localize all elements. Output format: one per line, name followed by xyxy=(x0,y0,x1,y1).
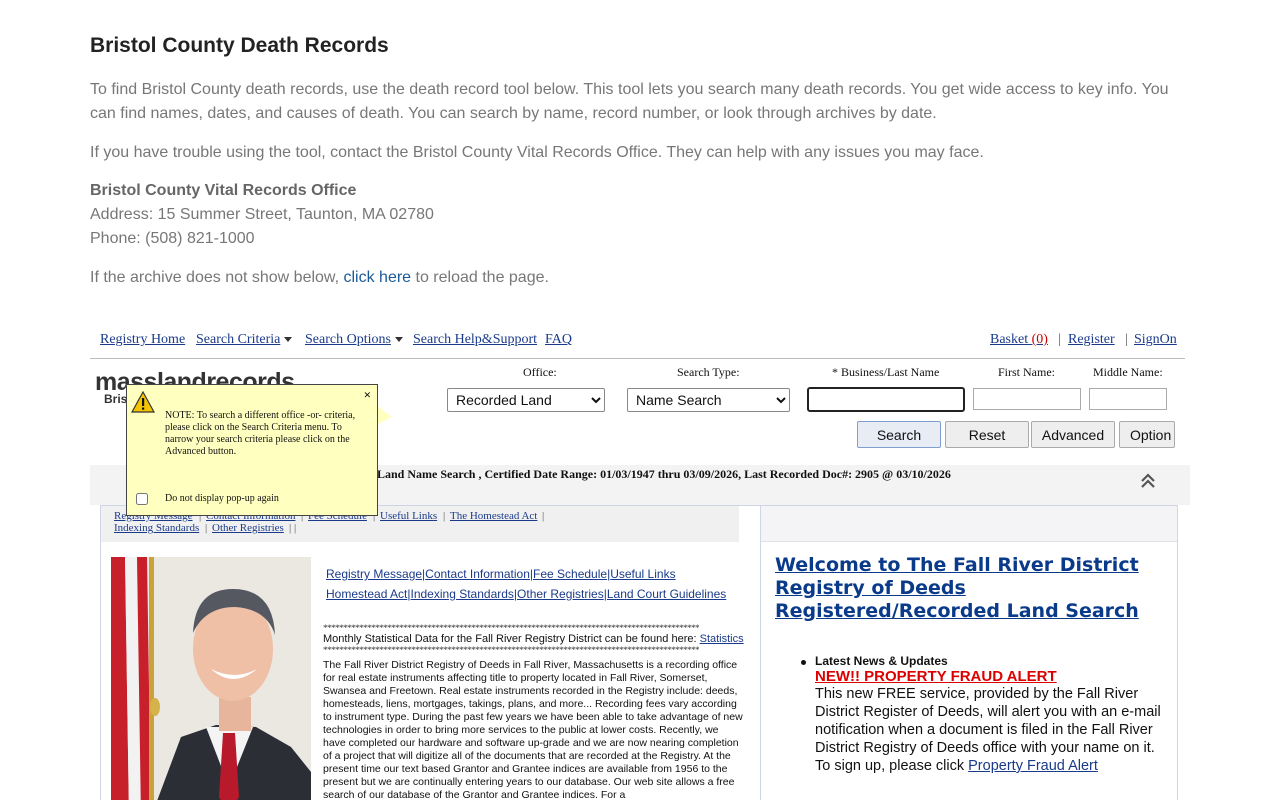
nav-search-criteria[interactable]: Search Criteria xyxy=(196,332,293,348)
nav-separator: | xyxy=(1125,332,1128,347)
nav-basket[interactable]: Basket (0) xyxy=(990,332,1048,348)
contact-paragraph: If you have trouble using the tool, cont… xyxy=(90,144,984,161)
basket-count: (0) xyxy=(1031,332,1048,347)
middle-name-label: Middle Name: xyxy=(1093,365,1163,379)
inner-link-indexing-standards[interactable]: Indexing Standards xyxy=(411,587,514,601)
welcome-panel-header xyxy=(761,506,1177,542)
registry-description: The Fall River District Registry of Deed… xyxy=(323,659,743,800)
register-photo xyxy=(111,557,311,800)
inner-link-contact-information[interactable]: Contact Information xyxy=(425,567,530,581)
popup-note-text: NOTE: To search a different office -or- … xyxy=(165,410,356,457)
inner-link-homestead-act[interactable]: Homestead Act xyxy=(326,587,407,601)
nav-search-criteria-label: Search Criteria xyxy=(196,332,281,347)
office-label: Office: xyxy=(523,365,557,379)
hide-popup-label: Do not display pop-up again xyxy=(165,493,279,504)
news-section: Latest News & Updates NEW!! PROPERTY FRA… xyxy=(815,654,1167,775)
office-address: Address: 15 Summer Street, Taunton, MA 0… xyxy=(90,206,434,223)
search-type-select[interactable]: Name Search xyxy=(627,388,790,412)
note-popup: × NOTE: To search a different office -or… xyxy=(126,384,378,516)
reset-button[interactable]: Reset xyxy=(945,421,1029,448)
link-indexing-standards[interactable]: Indexing Standards xyxy=(114,522,199,534)
office-name: Bristol County Vital Records Office xyxy=(90,182,357,199)
site-logo-subtitle: Bris xyxy=(104,392,128,406)
fraud-alert-text: This new FREE service, provided by the F… xyxy=(815,685,1167,775)
inner-link-registry-message[interactable]: Registry Message xyxy=(326,567,422,581)
nav-registry-home[interactable]: Registry Home xyxy=(100,332,185,348)
nav-search-options-label: Search Options xyxy=(305,332,391,347)
hide-popup-checkbox[interactable] xyxy=(136,493,148,505)
close-icon[interactable]: × xyxy=(364,387,371,403)
inner-link-useful-links[interactable]: Useful Links xyxy=(610,567,675,581)
search-type-label: Search Type: xyxy=(677,365,740,379)
nav-separator: | xyxy=(1058,332,1061,347)
last-name-input[interactable] xyxy=(807,387,965,412)
link-useful-links[interactable]: Useful Links xyxy=(380,510,437,522)
link-homestead-act[interactable]: The Homestead Act xyxy=(450,510,537,522)
link-separator: | | xyxy=(289,522,297,534)
property-fraud-alert-link[interactable]: Property Fraud Alert xyxy=(968,758,1098,774)
link-other-registries[interactable]: Other Registries xyxy=(212,522,284,534)
fraud-alert-heading[interactable]: NEW!! PROPERTY FRAUD ALERT xyxy=(815,668,1167,685)
nav-search-options[interactable]: Search Options xyxy=(305,332,403,348)
page-title: Bristol County Death Records xyxy=(90,34,389,57)
news-heading: Latest News & Updates xyxy=(815,654,948,668)
office-phone: Phone: (508) 821-1000 xyxy=(90,230,255,247)
nav-faq[interactable]: FAQ xyxy=(545,332,572,348)
link-separator: | xyxy=(542,510,545,522)
office-info: Bristol County Vital Records Office Addr… xyxy=(90,179,434,251)
warning-icon xyxy=(131,391,155,413)
link-separator: | xyxy=(205,522,208,534)
welcome-heading[interactable]: Welcome to The Fall River District Regis… xyxy=(775,554,1165,623)
nav-register[interactable]: Register xyxy=(1068,332,1115,348)
reload-text-before: If the archive does not show below, xyxy=(90,269,344,286)
nav-search-help[interactable]: Search Help&Support xyxy=(413,332,537,348)
reload-paragraph: If the archive does not show below, clic… xyxy=(90,266,1180,290)
nav-signon[interactable]: SignOn xyxy=(1134,332,1177,348)
monthly-stats: Monthly Statistical Data for the Fall Ri… xyxy=(323,633,744,645)
intro-paragraph: To find Bristol County death records, us… xyxy=(90,81,1169,122)
search-status-text: Land Name Search , Certified Date Range:… xyxy=(377,467,951,481)
registry-info-panel: Registry Message | Contact Information |… xyxy=(100,505,762,800)
inner-link-fee-schedule[interactable]: Fee Schedule xyxy=(533,567,607,581)
search-button[interactable]: Search xyxy=(857,421,941,448)
welcome-panel: Welcome to The Fall River District Regis… xyxy=(760,505,1178,800)
reload-text-after: to reload the page. xyxy=(411,269,549,286)
last-name-label: * Business/Last Name xyxy=(832,365,940,379)
bullet-icon xyxy=(801,660,806,665)
star-divider: ****************************************… xyxy=(323,645,700,655)
inner-links-row-1: Registry Message|Contact Information|Fee… xyxy=(326,567,676,581)
link-separator: | xyxy=(443,510,446,522)
inner-links-row-2: Homestead Act|Indexing Standards|Other R… xyxy=(326,587,727,601)
statistics-link[interactable]: Statistics xyxy=(700,633,744,645)
inner-link-other-registries[interactable]: Other Registries xyxy=(517,587,604,601)
reload-link[interactable]: click here xyxy=(343,269,411,286)
popup-pointer xyxy=(376,405,392,425)
basket-label: Basket xyxy=(990,332,1029,347)
chevron-down-icon xyxy=(394,337,403,343)
collapse-up-icon[interactable] xyxy=(1139,472,1157,490)
options-button[interactable]: Option xyxy=(1119,421,1175,448)
advanced-button[interactable]: Advanced xyxy=(1031,421,1115,448)
monthly-stats-text: Monthly Statistical Data for the Fall Ri… xyxy=(323,633,700,645)
inner-link-land-court[interactable]: Land Court Guidelines xyxy=(607,587,726,601)
chevron-down-icon xyxy=(284,337,293,343)
office-select[interactable]: Recorded Land xyxy=(447,388,605,412)
top-navigation: Registry Home Search Criteria Search Opt… xyxy=(90,320,1185,359)
middle-name-input[interactable] xyxy=(1089,388,1167,410)
first-name-input[interactable] xyxy=(973,388,1081,410)
first-name-label: First Name: xyxy=(998,365,1055,379)
star-divider: ****************************************… xyxy=(323,623,700,633)
